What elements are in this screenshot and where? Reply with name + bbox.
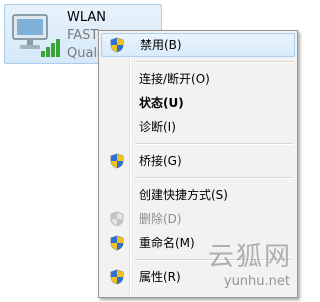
menu-item-delete[interactable]: 删除(D) [101, 207, 295, 231]
adapter-name: WLAN [67, 10, 107, 25]
menu-item-label: 重命名(M) [139, 236, 195, 250]
menu-item-label: 连接/断开(O) [139, 72, 210, 86]
menu-item-bridge[interactable]: 桥接(G) [101, 149, 295, 173]
uac-shield-icon [109, 37, 125, 53]
menu-separator [135, 143, 293, 145]
menu-item-disable[interactable]: 禁用(B) [101, 33, 295, 57]
menu-separator [135, 177, 293, 179]
menu-item-status[interactable]: 状态(U) [101, 91, 295, 115]
menu-item-label: 删除(D) [139, 212, 182, 226]
menu-item-label: 属性(R) [139, 270, 181, 284]
menu-item-rename[interactable]: 重命名(M) [101, 231, 295, 255]
menu-separator [135, 259, 293, 261]
uac-shield-icon [109, 269, 125, 285]
menu-item-create-shortcut[interactable]: 创建快捷方式(S) [101, 183, 295, 207]
wireless-network-adapter-icon [11, 11, 63, 59]
menu-item-diagnose[interactable]: 诊断(I) [101, 115, 295, 139]
context-menu: 禁用(B) 连接/断开(O) 状态(U) 诊断(I) 桥接(G) 创建快捷方式(… [98, 30, 298, 298]
menu-item-connect-disconnect[interactable]: 连接/断开(O) [101, 67, 295, 91]
menu-separator [135, 61, 293, 63]
menu-item-label: 禁用(B) [140, 38, 182, 52]
menu-item-label: 诊断(I) [139, 120, 176, 134]
menu-item-label: 桥接(G) [139, 154, 182, 168]
uac-shield-icon [109, 211, 125, 227]
uac-shield-icon [109, 153, 125, 169]
menu-item-label: 创建快捷方式(S) [139, 188, 228, 202]
menu-item-properties[interactable]: 属性(R) [101, 265, 295, 289]
uac-shield-icon [109, 235, 125, 251]
menu-item-label: 状态(U) [139, 96, 184, 110]
